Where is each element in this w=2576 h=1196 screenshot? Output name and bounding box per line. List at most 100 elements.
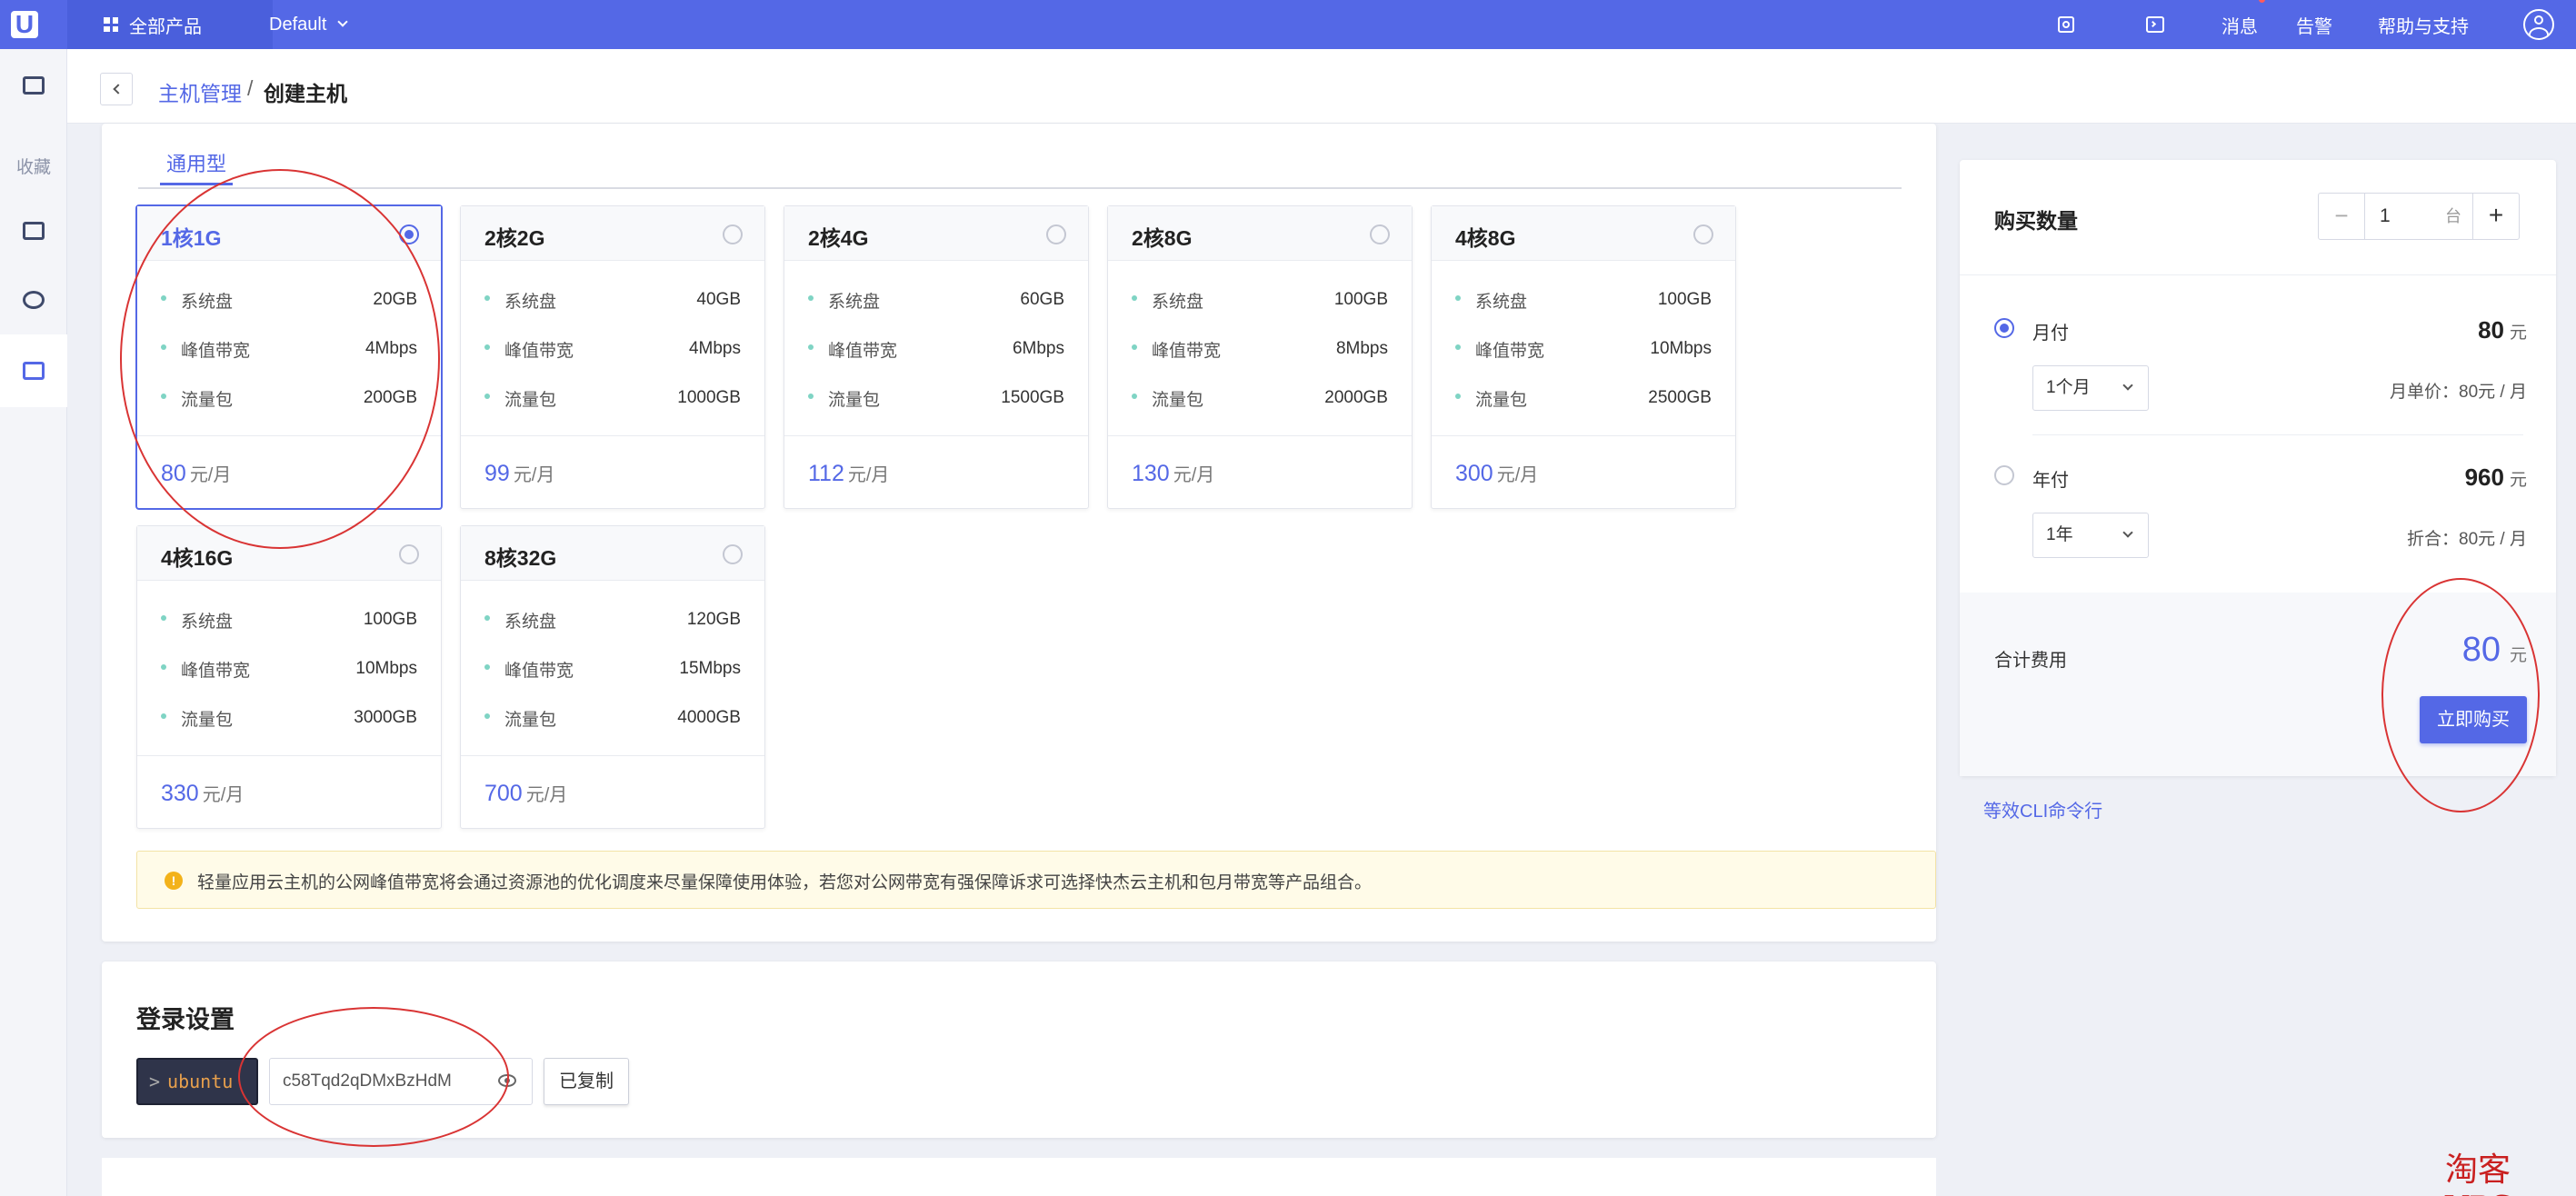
copy-button[interactable]: 已复制 bbox=[544, 1058, 629, 1105]
tab-general[interactable]: 通用型 bbox=[160, 149, 233, 185]
cli-command-link[interactable]: 等效CLI命令行 bbox=[1983, 796, 2102, 822]
spec-row-label: 系统盘 bbox=[1455, 288, 1527, 313]
spec-name: 4核16G bbox=[161, 546, 234, 570]
all-products-menu[interactable]: 全部产品 bbox=[67, 0, 273, 49]
spec-card-footer: 700 元/月 bbox=[461, 755, 764, 828]
increase-button[interactable]: + bbox=[2472, 193, 2520, 240]
spec-price-value: 700 bbox=[484, 781, 523, 806]
spec-card[interactable]: 4核16G 系统盘 100GB 峰值带宽 10Mbps 流量包 3000GB 330 元/月 bbox=[136, 525, 442, 829]
spec-row-value: 2000GB bbox=[1324, 388, 1388, 407]
spec-card-footer: 330 元/月 bbox=[137, 755, 441, 828]
monthly-radio[interactable] bbox=[1994, 318, 2014, 338]
spec-row: 峰值带宽 6Mbps bbox=[808, 335, 1064, 363]
yearly-label[interactable]: 年付 bbox=[2032, 465, 2069, 492]
spec-row-value: 10Mbps bbox=[355, 659, 417, 678]
spec-card[interactable]: 4核8G 系统盘 100GB 峰值带宽 10Mbps 流量包 2500GB 300 元/月 bbox=[1431, 205, 1736, 509]
chevron-down-icon bbox=[2122, 527, 2133, 538]
yearly-unit-price: 折合：80元 / 月 bbox=[2407, 530, 2527, 549]
decrease-button[interactable]: − bbox=[2318, 193, 2365, 240]
alarm-link[interactable]: 告警 bbox=[2296, 0, 2332, 49]
spec-price-value: 330 bbox=[161, 781, 199, 806]
spec-radio[interactable] bbox=[399, 544, 419, 564]
ucloud-logo[interactable]: U bbox=[0, 0, 49, 49]
spec-radio[interactable] bbox=[1693, 224, 1713, 244]
spec-card-header: 8核32G bbox=[461, 526, 764, 581]
spec-row: 流量包 1500GB bbox=[808, 384, 1064, 412]
quantity-input[interactable]: 1 台 bbox=[2364, 193, 2473, 240]
spec-card-footer: 99 元/月 bbox=[461, 435, 764, 508]
spec-row: 峰值带宽 10Mbps bbox=[161, 655, 417, 683]
spec-card[interactable]: 2核2G 系统盘 40GB 峰值带宽 4Mbps 流量包 1000GB 99 元/月 bbox=[460, 205, 765, 509]
search-icon[interactable] bbox=[2052, 11, 2080, 38]
spec-card[interactable]: 8核32G 系统盘 120GB 峰值带宽 15Mbps 流量包 4000GB 700 元/月 bbox=[460, 525, 765, 829]
monthly-currency: 元 bbox=[2509, 324, 2527, 343]
annotation-oval bbox=[2381, 578, 2540, 812]
spec-row: 峰值带宽 15Mbps bbox=[484, 655, 741, 683]
total-label: 合计费用 bbox=[1994, 651, 2067, 671]
spec-row-label: 系统盘 bbox=[808, 288, 880, 313]
yearly-duration-select[interactable]: 1年 bbox=[2032, 513, 2149, 558]
spec-row: 峰值带宽 10Mbps bbox=[1455, 335, 1712, 363]
terminal-icon[interactable] bbox=[2142, 11, 2169, 38]
spec-row-label: 峰值带宽 bbox=[484, 337, 574, 362]
yearly-currency: 元 bbox=[2509, 471, 2527, 490]
spec-row: 系统盘 120GB bbox=[484, 606, 741, 633]
back-button[interactable] bbox=[100, 73, 133, 105]
help-support-link[interactable]: 帮助与支持 bbox=[2378, 0, 2469, 49]
spec-price: 330 元/月 bbox=[161, 780, 244, 807]
spec-price-unit: 元/月 bbox=[513, 465, 555, 485]
spec-row-value: 1500GB bbox=[1001, 388, 1064, 407]
breadcrumb-host-management[interactable]: 主机管理 bbox=[158, 76, 242, 107]
sidebar-favorites[interactable]: 收藏 bbox=[0, 147, 67, 184]
avatar[interactable] bbox=[2523, 9, 2554, 40]
spec-row-value: 2500GB bbox=[1648, 388, 1712, 407]
spec-radio[interactable] bbox=[723, 224, 743, 244]
host-icon[interactable] bbox=[0, 204, 67, 258]
monthly-amount: 80 元 bbox=[2478, 316, 2527, 344]
spec-row-label: 峰值带宽 bbox=[484, 657, 574, 682]
spec-row: 流量包 2000GB bbox=[1132, 384, 1388, 412]
spec-price-unit: 元/月 bbox=[202, 785, 245, 805]
messages-link[interactable]: 消息 bbox=[2222, 0, 2265, 49]
spec-price-value: 300 bbox=[1455, 461, 1493, 486]
spec-row-value: 8Mbps bbox=[1335, 339, 1388, 358]
spec-price: 130 元/月 bbox=[1132, 460, 1214, 487]
message-icon[interactable] bbox=[0, 58, 67, 113]
spec-row-value: 10Mbps bbox=[1650, 339, 1712, 358]
project-selector[interactable]: Default bbox=[269, 0, 349, 49]
monthly-label[interactable]: 月付 bbox=[2032, 318, 2069, 344]
spec-price-unit: 元/月 bbox=[525, 785, 568, 805]
spec-radio[interactable] bbox=[1370, 224, 1390, 244]
spec-row-label: 流量包 bbox=[484, 386, 556, 411]
spec-name: 8核32G bbox=[484, 546, 557, 570]
prompt-icon: > bbox=[149, 1071, 161, 1092]
spec-row-value: 100GB bbox=[1333, 290, 1388, 309]
spec-row: 系统盘 60GB bbox=[808, 286, 1064, 314]
annotation-oval bbox=[120, 169, 440, 549]
spec-row-value: 120GB bbox=[686, 610, 741, 629]
spec-price-unit: 元/月 bbox=[1173, 465, 1215, 485]
network-icon[interactable] bbox=[0, 273, 67, 327]
spec-card[interactable]: 2核8G 系统盘 100GB 峰值带宽 8Mbps 流量包 2000GB 130 元/月 bbox=[1107, 205, 1413, 509]
spec-row: 系统盘 40GB bbox=[484, 286, 741, 314]
spec-card-header: 2核8G bbox=[1108, 206, 1412, 261]
spec-name: 2核8G bbox=[1132, 226, 1193, 250]
notice-banner: ! 轻量应用云主机的公网峰值带宽将会通过资源池的优化调度来尽量保障使用体验，若您… bbox=[136, 851, 1936, 909]
spec-radio[interactable] bbox=[723, 544, 743, 564]
spec-radio[interactable] bbox=[1046, 224, 1066, 244]
spec-card[interactable]: 2核4G 系统盘 60GB 峰值带宽 6Mbps 流量包 1500GB 112 元/月 bbox=[784, 205, 1089, 509]
yearly-radio[interactable] bbox=[1994, 465, 2014, 485]
spec-price-value: 112 bbox=[808, 461, 844, 486]
chevron-down-icon bbox=[337, 16, 349, 27]
spec-name: 4核8G bbox=[1455, 226, 1516, 250]
spec-price-unit: 元/月 bbox=[1496, 465, 1539, 485]
monthly-duration-select[interactable]: 1个月 bbox=[2032, 365, 2149, 411]
spec-card-header: 4核8G bbox=[1432, 206, 1735, 261]
username: ubuntu bbox=[167, 1071, 234, 1092]
yearly-duration-value: 1年 bbox=[2046, 525, 2073, 544]
next-section-card bbox=[102, 1158, 1936, 1196]
spec-name: 2核2G bbox=[484, 226, 545, 250]
lighthost-icon[interactable] bbox=[0, 334, 67, 407]
page-title: 创建主机 bbox=[264, 82, 347, 105]
spec-row-value: 40GB bbox=[696, 290, 741, 309]
